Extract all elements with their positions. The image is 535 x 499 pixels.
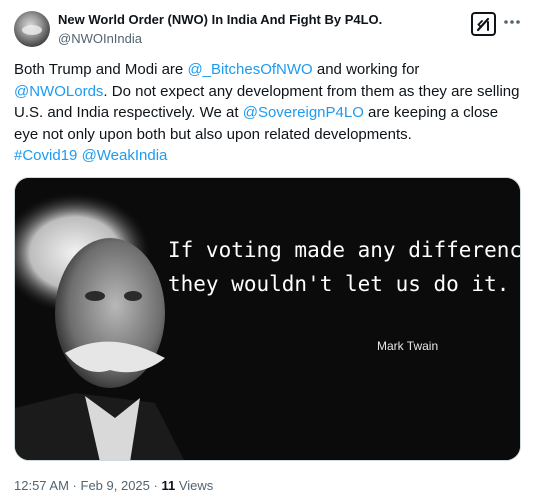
author-name[interactable]: New World Order (NWO) In India And Fight… [58,12,382,27]
views-label: Views [175,478,214,493]
grok-icon[interactable] [471,12,496,36]
tweet-header: New World Order (NWO) In India And Fight… [14,10,521,50]
views-count: 11 [161,478,176,493]
author-handle[interactable]: @NWOInIndia [58,31,142,46]
quote-attribution: Mark Twain [377,339,438,353]
mention-link[interactable]: @SovereignP4LO [243,104,364,121]
meta-separator: · [68,478,81,493]
timestamp-date[interactable]: Feb 9, 2025 [81,478,150,493]
timestamp-time[interactable]: 12:57 AM [14,478,69,493]
avatar[interactable] [14,11,50,47]
mention-link[interactable]: @_BitchesOfNWO [187,61,312,78]
quote-line-2: they wouldn't let us do it. [168,272,509,296]
tweet-image[interactable]: If voting made any difference they would… [14,177,521,461]
quote-line-1: If voting made any difference [168,238,521,262]
tweet: New World Order (NWO) In India And Fight… [0,0,535,499]
tweet-text-segment: and working for [312,61,420,78]
tweet-text: Both Trump and Modi are @_BitchesOfNWO a… [14,59,524,167]
mention-link[interactable]: @WeakIndia [82,147,168,164]
hashtag-link[interactable]: #Covid19 [14,147,77,164]
mention-link[interactable]: @NWOLords [14,83,103,100]
tweet-text-segment: Both Trump and Modi are [14,61,188,78]
tweet-meta: 12:57 AM · Feb 9, 2025 · 11 Views [14,478,213,493]
more-icon[interactable] [503,16,521,30]
meta-separator: · [149,478,162,493]
